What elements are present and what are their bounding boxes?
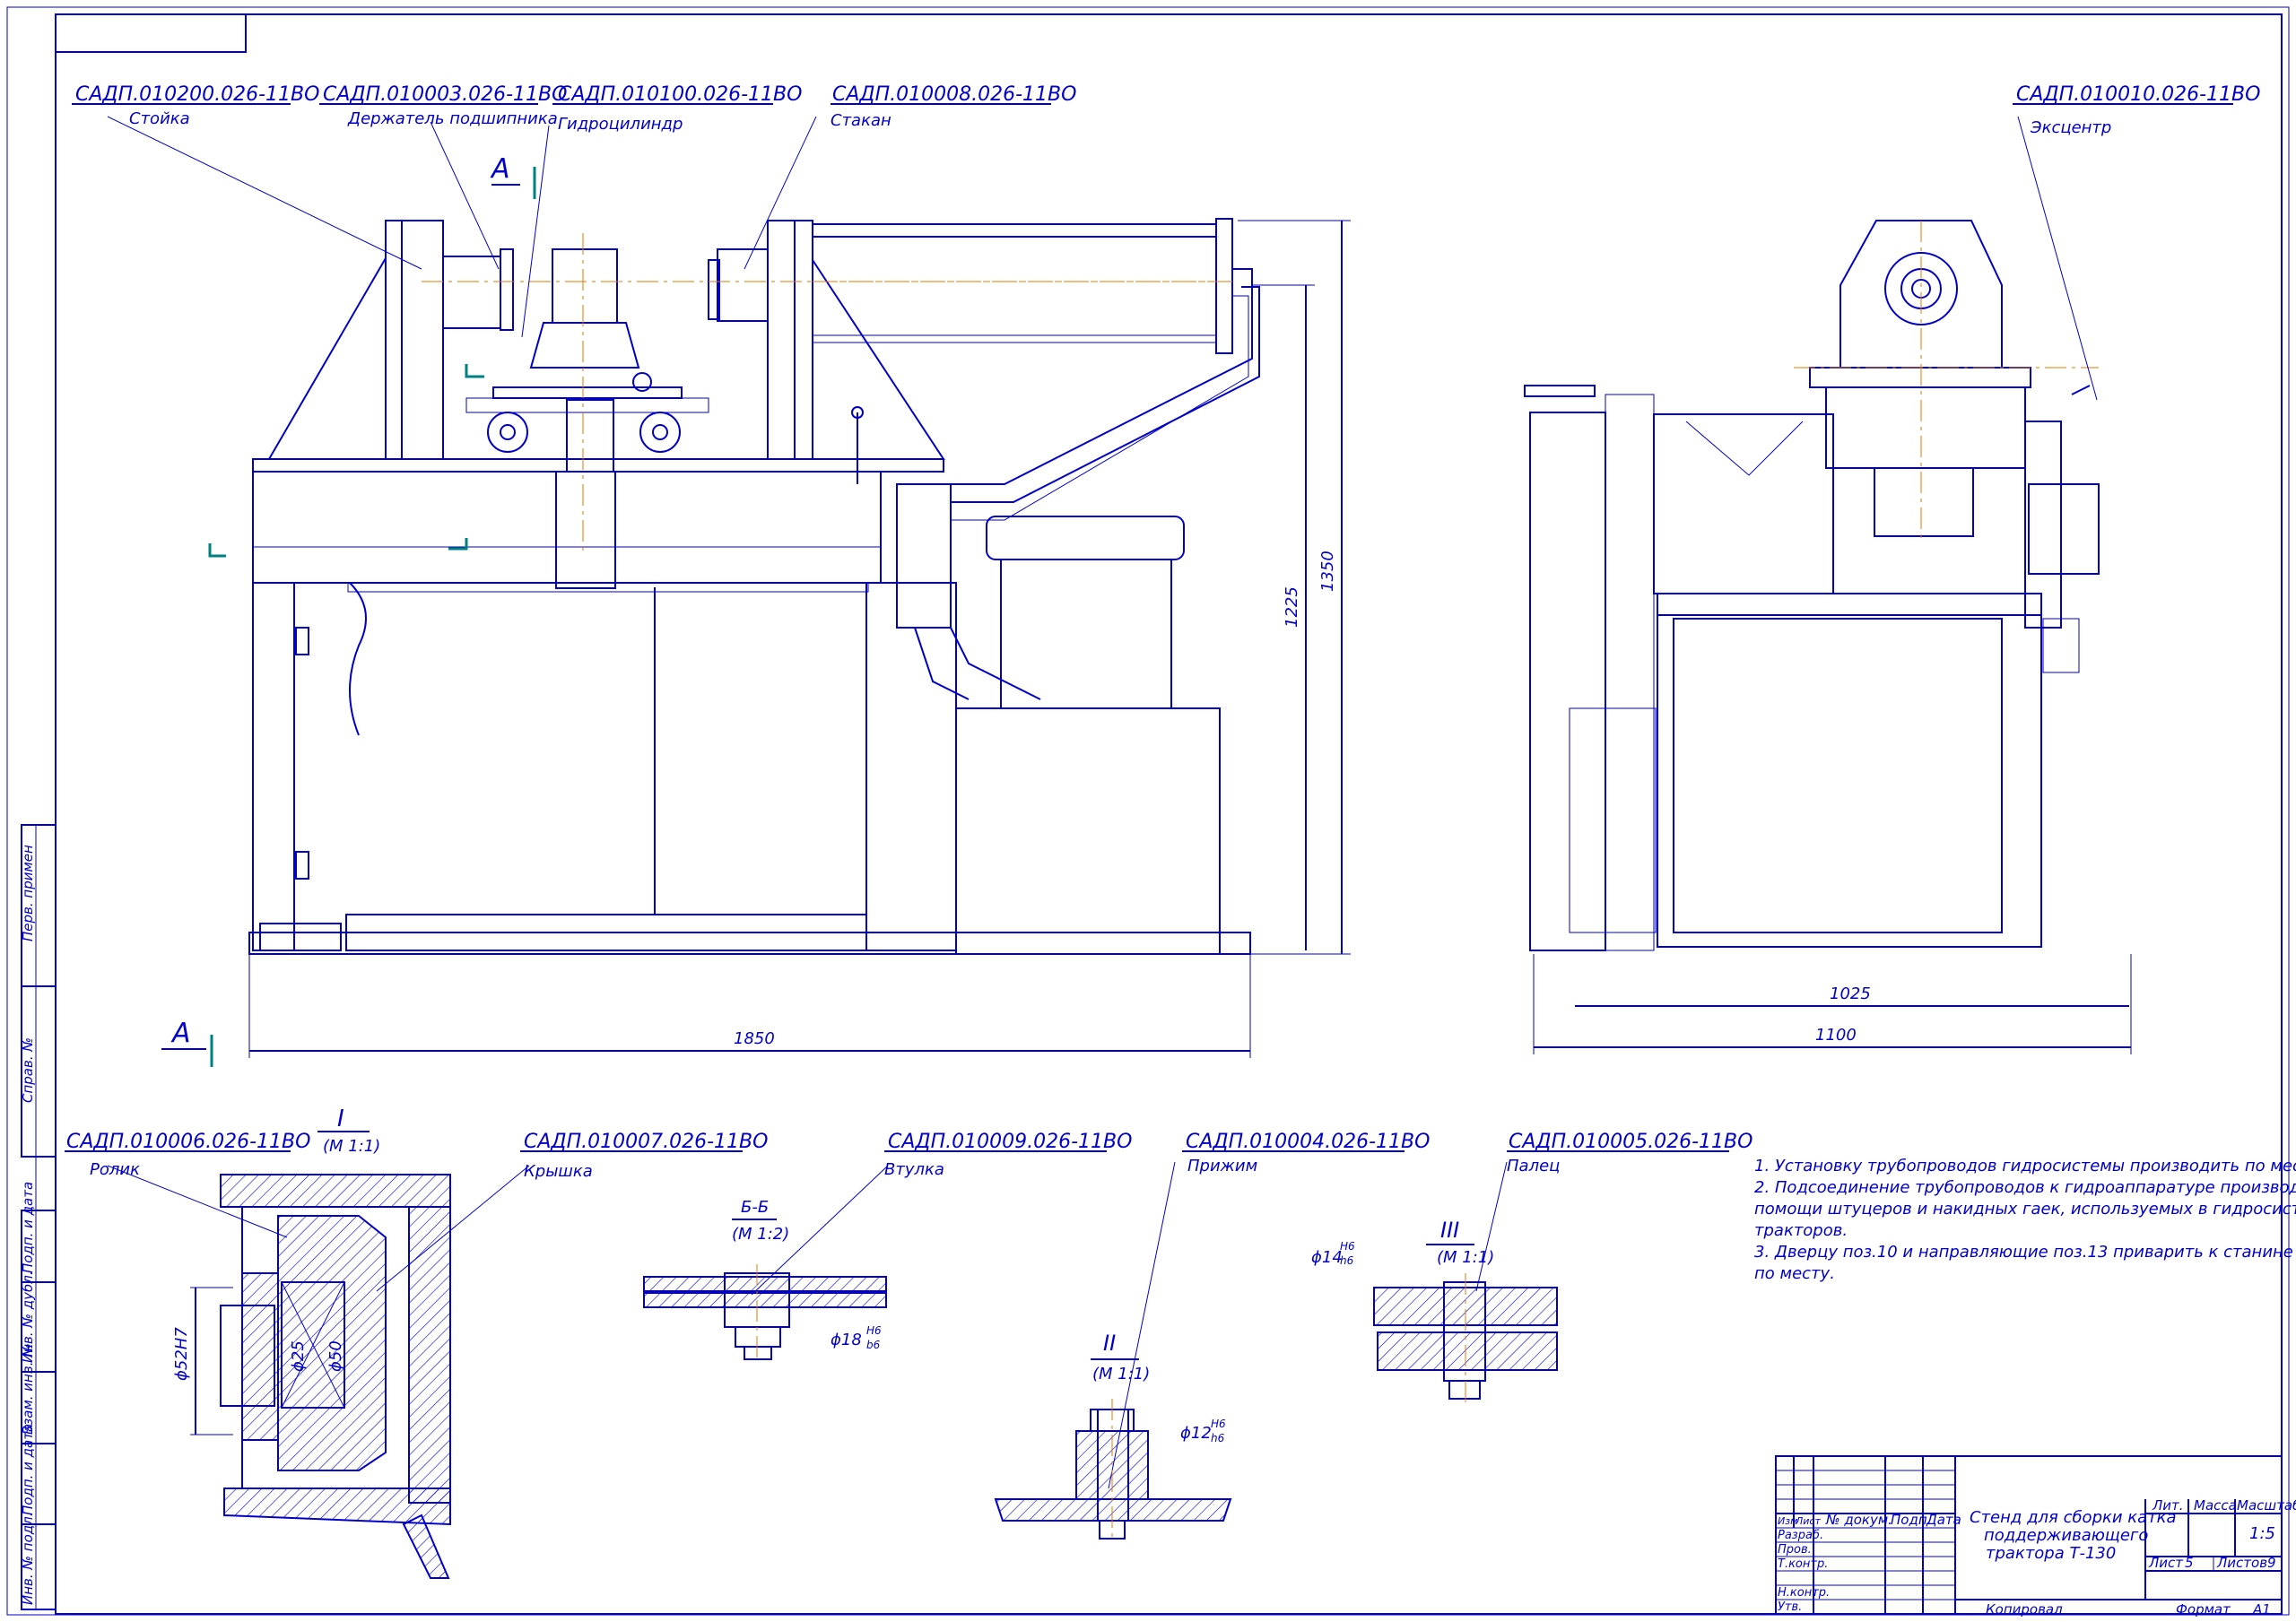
callout-palec: САДП.010005.026-11ВО Палец — [1475, 1131, 1752, 1292]
svg-text:Крышка: Крышка — [524, 1162, 593, 1181]
svg-text:Б-Б: Б-Б — [741, 1198, 769, 1217]
dim-1025: 1025 — [1830, 984, 1871, 1003]
svg-text:САДП.010009.026-11ВО: САДП.010009.026-11ВО — [888, 1131, 1132, 1153]
dim-1350: 1350 — [1318, 551, 1337, 592]
svg-text:Стойка: Стойка — [129, 109, 190, 128]
section-bb: Б-Б (М 1:2) ϕ18 H6 b6 — [643, 1198, 887, 1363]
svg-text:II: II — [1103, 1331, 1116, 1356]
tb-scale-value: 1:5 — [2249, 1524, 2275, 1543]
tb-col-date: Дата — [1926, 1512, 1961, 1528]
svg-text:(М 1:1): (М 1:1) — [323, 1137, 380, 1156]
front-view: А А 1850 1225 1350 — [161, 153, 1351, 1067]
detail-view-2: II (М 1:1) ϕ12 H6 h6 — [994, 1331, 1232, 1540]
svg-text:I: I — [337, 1106, 344, 1132]
callout-gidrocilindr: САДП.010100.026-11ВО Гидроцилиндр — [521, 83, 802, 338]
callout-vtulka: САДП.010009.026-11ВО Втулка — [751, 1131, 1132, 1296]
side-view: 1025 1100 — [1524, 220, 2132, 1054]
tb-title-line1: Стенд для сборки катка — [1970, 1508, 2177, 1527]
svg-text:H6: H6 — [866, 1324, 882, 1337]
dim-1850: 1850 — [734, 1029, 775, 1048]
tb-mass: Масса — [2194, 1497, 2237, 1514]
svg-text:САДП.010004.026-11ВО: САДП.010004.026-11ВО — [1186, 1131, 1430, 1153]
svg-text:Палец: Палец — [1507, 1157, 1560, 1175]
svg-text:САДП.010005.026-11ВО: САДП.010005.026-11ВО — [1509, 1131, 1752, 1153]
tb-row-razrab: Разраб. — [1778, 1529, 1823, 1542]
tb-format-value: А1 — [2252, 1601, 2271, 1618]
svg-text:САДП.010010.026-11ВО: САДП.010010.026-11ВО — [2016, 83, 2260, 106]
svg-text:ϕ50: ϕ50 — [326, 1340, 345, 1372]
technical-notes: 1. Установку трубопроводов гидросистемы … — [1754, 1157, 2296, 1283]
svg-text:Держатель подшипника: Держатель подшипника — [347, 109, 558, 128]
svg-text:(М 1:1): (М 1:1) — [1437, 1248, 1494, 1267]
svg-text:(М 1:1): (М 1:1) — [1092, 1365, 1150, 1383]
detail-view-1: I (М 1:1) ϕ52H7 ϕ25 ϕ50 — [172, 1106, 451, 1579]
stamp-podp-data-2: Подп. и дата — [20, 1424, 36, 1515]
stamp-perv-primen: Перв. примен — [20, 845, 36, 941]
tb-sheet-value: 5 — [2185, 1555, 2194, 1571]
tb-row-tkontr: Т.контр. — [1778, 1557, 1828, 1571]
tb-title-line2: поддерживающего — [1984, 1526, 2148, 1545]
svg-text:H6: H6 — [1340, 1240, 1355, 1253]
svg-text:САДП.010006.026-11ВО: САДП.010006.026-11ВО — [66, 1131, 310, 1153]
title-block: Изм Лист № докум. Подп. Дата Разраб. Про… — [1775, 1455, 2296, 1618]
svg-text:помощи штуцеров и накидных гае: помощи штуцеров и накидных гаек, использ… — [1754, 1200, 2296, 1219]
svg-text:1. Установку трубопроводов гид: 1. Установку трубопроводов гидросистемы … — [1754, 1157, 2296, 1175]
stamp-podp-data-1: Подп. и дата — [20, 1182, 36, 1273]
svg-text:ϕ14: ϕ14 — [1311, 1248, 1343, 1267]
tb-col-sign: Подп. — [1891, 1512, 1931, 1528]
dim-1225: 1225 — [1283, 586, 1301, 628]
svg-text:h6: h6 — [1340, 1254, 1354, 1267]
svg-text:тракторов.: тракторов. — [1754, 1221, 1848, 1240]
tb-col-docnum: № докум. — [1825, 1512, 1892, 1528]
svg-text:Гидроцилиндр: Гидроцилиндр — [558, 115, 683, 134]
tb-sheets-value: 9 — [2267, 1555, 2276, 1571]
dim-1100: 1100 — [1815, 1026, 1857, 1045]
tb-sheets-label: Листов — [2216, 1555, 2267, 1571]
svg-text:Стакан: Стакан — [831, 111, 891, 130]
detail-view-3: III (М 1:1) ϕ14 H6 h6 — [1311, 1218, 1558, 1404]
svg-text:3. Дверцу поз.10 и направляющи: 3. Дверцу поз.10 и направляющие поз.13 п… — [1754, 1243, 2296, 1262]
side-stamp: Перв. примен Справ. № Подп. и дата Инв. … — [20, 824, 57, 1610]
svg-text:2. Подсоединение трубопроводов: 2. Подсоединение трубопроводов к гидроап… — [1754, 1178, 2296, 1197]
callouts: САДП.010200.026-11ВО Стойка САДП.010003.… — [65, 83, 2260, 1489]
svg-text:САДП.010007.026-11ВО: САДП.010007.026-11ВО — [524, 1131, 768, 1153]
svg-text:САДП.010008.026-11ВО: САДП.010008.026-11ВО — [832, 83, 1076, 106]
stamp-vzam-inv: Взам. инв. № — [20, 1343, 36, 1435]
svg-text:Прижим: Прижим — [1187, 1157, 1257, 1175]
section-a-top: А — [490, 153, 510, 185]
tb-format-label: Формат — [2176, 1601, 2231, 1618]
svg-text:III: III — [1440, 1218, 1459, 1243]
svg-text:по месту.: по месту. — [1754, 1264, 1835, 1283]
tb-row-prov: Пров. — [1778, 1543, 1812, 1557]
tb-scale-label: Масштаб — [2237, 1497, 2296, 1514]
stamp-sprav-num: Справ. № — [20, 1037, 36, 1103]
svg-text:ϕ52H7: ϕ52H7 — [172, 1327, 191, 1381]
tb-row-nkontr: Н.контр. — [1778, 1586, 1830, 1600]
tb-lit: Лит. — [2152, 1497, 2184, 1514]
svg-text:Эксцентр: Эксцентр — [2030, 118, 2111, 137]
svg-text:САДП.010003.026-11ВО: САДП.010003.026-11ВО — [323, 83, 567, 106]
section-a-bottom: А — [170, 1018, 191, 1049]
tb-sheet-label: Лист — [2148, 1555, 2184, 1571]
svg-text:САДП.010200.026-11ВО: САДП.010200.026-11ВО — [75, 83, 319, 106]
svg-text:ϕ12: ϕ12 — [1180, 1424, 1212, 1443]
svg-text:ϕ25: ϕ25 — [289, 1340, 308, 1372]
tb-row-utv: Утв. — [1778, 1600, 1802, 1614]
callout-ekscentr: САДП.010010.026-11ВО Эксцентр — [2013, 83, 2260, 401]
svg-text:САДП.010100.026-11ВО: САДП.010100.026-11ВО — [558, 83, 802, 106]
stamp-inv-podl: Инв. № подл. — [20, 1513, 36, 1605]
svg-text:b6: b6 — [866, 1339, 881, 1351]
svg-text:(М 1:2): (М 1:2) — [732, 1225, 789, 1244]
tb-title-line3: трактора Т-130 — [1986, 1544, 2116, 1563]
svg-text:Ролик: Ролик — [90, 1160, 140, 1179]
svg-text:h6: h6 — [1211, 1432, 1225, 1444]
tb-copied: Копировал — [1986, 1601, 2063, 1618]
svg-text:Втулка: Втулка — [884, 1160, 944, 1179]
svg-text:H6: H6 — [1211, 1418, 1226, 1430]
drawing-sheet: Перв. примен Справ. № Подп. и дата Инв. … — [6, 6, 2296, 1618]
tb-col-list: Лист — [1795, 1515, 1821, 1527]
svg-text:ϕ18: ϕ18 — [831, 1331, 862, 1349]
